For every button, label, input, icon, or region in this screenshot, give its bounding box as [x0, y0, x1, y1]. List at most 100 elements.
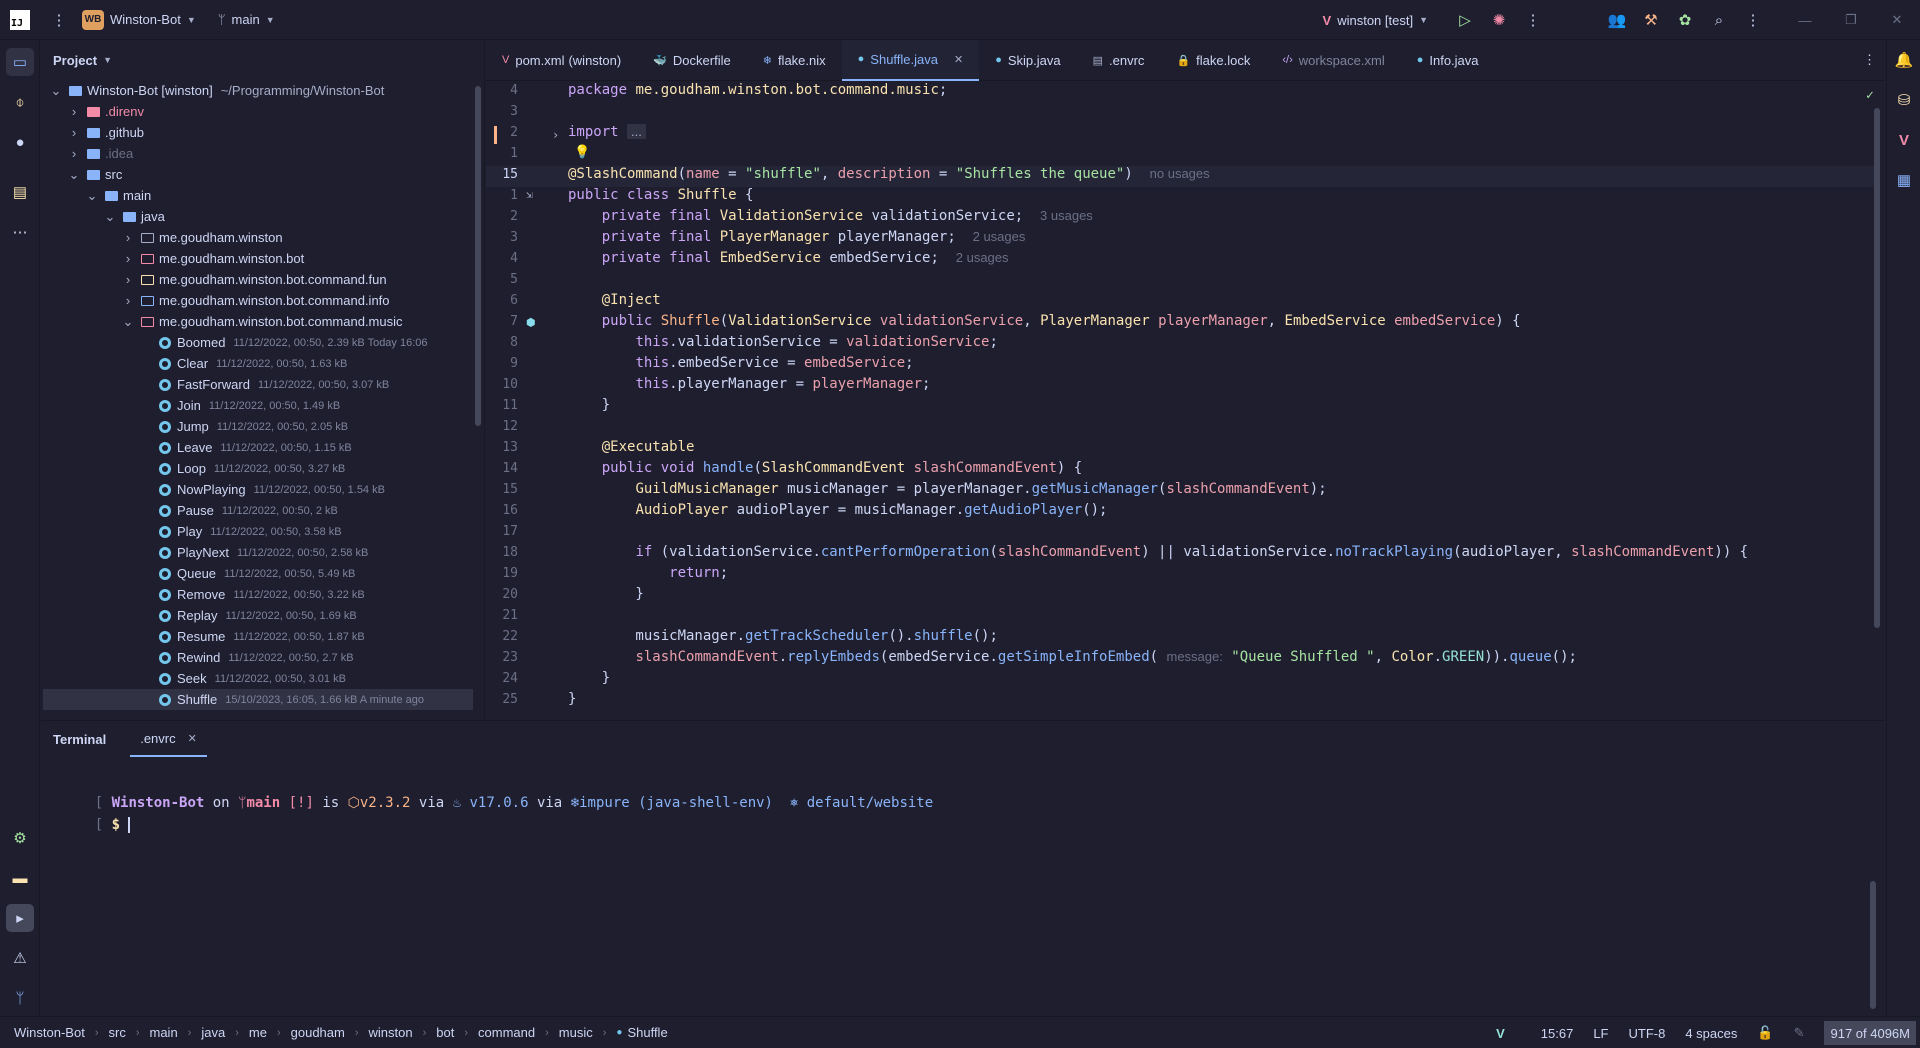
database-icon[interactable]: ⛁: [1892, 88, 1916, 112]
fold-arrow-icon[interactable]: ›: [552, 128, 559, 142]
line-number[interactable]: 9: [486, 356, 518, 371]
file-encoding[interactable]: UTF-8: [1629, 1026, 1666, 1041]
line-number[interactable]: 19: [486, 566, 518, 581]
intellij-logo-icon[interactable]: IJ: [10, 9, 30, 30]
chevron-right-icon[interactable]: ›: [67, 104, 81, 119]
line-number[interactable]: 15: [486, 167, 518, 182]
run-icon[interactable]: ▷: [1448, 0, 1482, 40]
restore-icon[interactable]: ❐: [1828, 0, 1874, 40]
terminal-tool-icon[interactable]: ▸: [6, 904, 34, 932]
search-icon[interactable]: ⌕: [1702, 0, 1736, 40]
usage-hint[interactable]: 3 usages: [1040, 208, 1093, 223]
indent-setting[interactable]: 4 spaces: [1685, 1026, 1737, 1041]
tree-item-class[interactable]: Pause 11/12/2022, 00:50, 2 kB: [43, 500, 473, 521]
line-number[interactable]: 6: [486, 293, 518, 308]
editor-scrollbar[interactable]: [1874, 108, 1880, 628]
close-window-icon[interactable]: ✕: [1874, 0, 1920, 40]
tree-item-folder[interactable]: ⌄ me.goudham.winston.bot.command.music: [43, 311, 473, 332]
project-tool-icon[interactable]: ▭: [6, 48, 34, 76]
tab-pom-xml[interactable]: Vpom.xml (winston): [486, 40, 637, 81]
line-number[interactable]: 2: [486, 209, 518, 224]
line-number[interactable]: 3: [486, 104, 518, 119]
line-number[interactable]: 17: [486, 524, 518, 539]
usage-hint[interactable]: no usages: [1150, 166, 1210, 181]
tab-skip-java[interactable]: ● Skip.java: [979, 40, 1076, 81]
tree-item-folder[interactable]: ⌄ java: [43, 206, 473, 227]
bean-icon[interactable]: ⬢: [526, 316, 536, 329]
breadcrumb-item[interactable]: goudham: [291, 1025, 345, 1040]
tree-item-class[interactable]: Leave 11/12/2022, 00:50, 1.15 kB: [43, 437, 473, 458]
tree-item-folder[interactable]: ⌄ Winston-Bot [winston] ~/Programming/Wins…: [43, 80, 473, 101]
code-editor[interactable]: 4 3 2 1 15 1 2 3 4 5 6 7 8 9 10 11 12 13 14 15 16 17 18 19 20 21 2…: [486, 82, 1886, 714]
chevron-right-icon[interactable]: ›: [121, 251, 135, 266]
debug-icon[interactable]: ✺: [1482, 0, 1516, 40]
project-scrollbar[interactable]: [475, 86, 481, 426]
line-number[interactable]: 3: [486, 230, 518, 245]
close-tab-icon[interactable]: ✕: [954, 53, 963, 66]
tree-item-class[interactable]: Remove 11/12/2022, 00:50, 3.22 kB: [43, 584, 473, 605]
chevron-down-icon[interactable]: ⌄: [85, 188, 99, 204]
tree-item-class[interactable]: Join 11/12/2022, 00:50, 1.49 kB: [43, 395, 473, 416]
tree-item-folder[interactable]: › me.goudham.winston.bot: [43, 248, 473, 269]
terminal-input-line[interactable]: [ $: [61, 801, 131, 849]
tab-workspace-xml[interactable]: ‹/› workspace.xml: [1266, 40, 1400, 81]
caret-position[interactable]: 15:67: [1541, 1026, 1574, 1041]
tree-item-class[interactable]: Rewind 11/12/2022, 00:50, 2.7 kB: [43, 647, 473, 668]
tab-info-java[interactable]: ● Info.java: [1401, 40, 1495, 81]
breadcrumb-item[interactable]: me: [249, 1025, 267, 1040]
line-number[interactable]: 10: [486, 377, 518, 392]
breadcrumb-item[interactable]: bot: [436, 1025, 454, 1040]
chevron-right-icon[interactable]: ›: [67, 125, 81, 140]
project-switcher[interactable]: WB Winston-Bot ▼: [82, 9, 196, 30]
line-number[interactable]: 14: [486, 461, 518, 476]
tab-dockerfile[interactable]: 🐳 Dockerfile: [637, 40, 747, 81]
minimize-icon[interactable]: —: [1782, 0, 1828, 40]
line-number[interactable]: 5: [486, 272, 518, 287]
tree-item-folder[interactable]: › me.goudham.winston: [43, 227, 473, 248]
tree-item-class[interactable]: Jump 11/12/2022, 00:50, 2.05 kB: [43, 416, 473, 437]
line-number[interactable]: 24: [486, 671, 518, 686]
tab-shuffle-java[interactable]: ● Shuffle.java ✕: [841, 39, 980, 81]
tree-item-folder[interactable]: ⌄ src: [43, 164, 473, 185]
line-number[interactable]: 4: [486, 251, 518, 266]
tree-item-class[interactable]: NowPlaying 11/12/2022, 00:50, 1.54 kB: [43, 479, 473, 500]
line-number[interactable]: 7: [486, 314, 518, 329]
breadcrumb-item[interactable]: Shuffle: [627, 1025, 667, 1040]
tree-item-class[interactable]: Seek 11/12/2022, 00:50, 3.01 kB: [43, 668, 473, 689]
notifications-icon[interactable]: 🔔: [1892, 48, 1916, 72]
todo-icon[interactable]: ▬: [6, 864, 34, 892]
ai-assistant-icon[interactable]: ✿: [1668, 0, 1702, 40]
breadcrumb-item[interactable]: command: [478, 1025, 535, 1040]
breadcrumb-item[interactable]: main: [150, 1025, 178, 1040]
branch-switcher[interactable]: ᛘ main ▼: [218, 12, 275, 27]
tree-item-class[interactable]: Shuffle 15/10/2023, 16:05, 1.66 kB A minu…: [43, 689, 473, 710]
line-number[interactable]: 1: [486, 146, 518, 161]
more-actions-icon[interactable]: ⋮: [1516, 0, 1550, 40]
main-menu-icon[interactable]: ⋮: [44, 0, 74, 40]
tab-flake-nix[interactable]: ❄ flake.nix: [747, 40, 842, 81]
tree-item-folder[interactable]: › .idea: [43, 143, 473, 164]
git-tool-icon[interactable]: ᛘ: [6, 984, 34, 1012]
line-number[interactable]: 25: [486, 692, 518, 707]
code-with-me-icon[interactable]: 👥: [1600, 0, 1634, 40]
github-icon[interactable]: ●: [6, 128, 34, 156]
terminal-tab-title[interactable]: Terminal: [53, 732, 106, 747]
tree-item-class[interactable]: Replay 11/12/2022, 00:50, 1.69 kB: [43, 605, 473, 626]
tree-item-class[interactable]: Play 11/12/2022, 00:50, 3.58 kB: [43, 521, 473, 542]
tree-item-folder[interactable]: › me.goudham.winston.bot.command.info: [43, 290, 473, 311]
structure-tool-icon[interactable]: ▤: [6, 178, 34, 206]
chevron-down-icon[interactable]: ⌄: [67, 167, 81, 183]
inspection-level-icon[interactable]: ✎: [1794, 1025, 1805, 1041]
tab-flake-lock[interactable]: 🔒 flake.lock: [1160, 40, 1266, 81]
line-number[interactable]: 12: [486, 419, 518, 434]
terminal-tab-envrc[interactable]: .envrc ✕: [130, 721, 207, 757]
line-number[interactable]: 21: [486, 608, 518, 623]
chevron-right-icon[interactable]: ›: [121, 230, 135, 245]
settings-menu-icon[interactable]: ⋮: [1736, 0, 1770, 40]
tree-item-folder[interactable]: › me.goudham.winston.bot.command.fun: [43, 269, 473, 290]
chevron-down-icon[interactable]: ⌄: [103, 209, 117, 225]
line-number[interactable]: 16: [486, 503, 518, 518]
line-number[interactable]: 20: [486, 587, 518, 602]
services-icon[interactable]: ⚙: [6, 824, 34, 852]
tree-item-class[interactable]: Clear 11/12/2022, 00:50, 1.63 kB: [43, 353, 473, 374]
